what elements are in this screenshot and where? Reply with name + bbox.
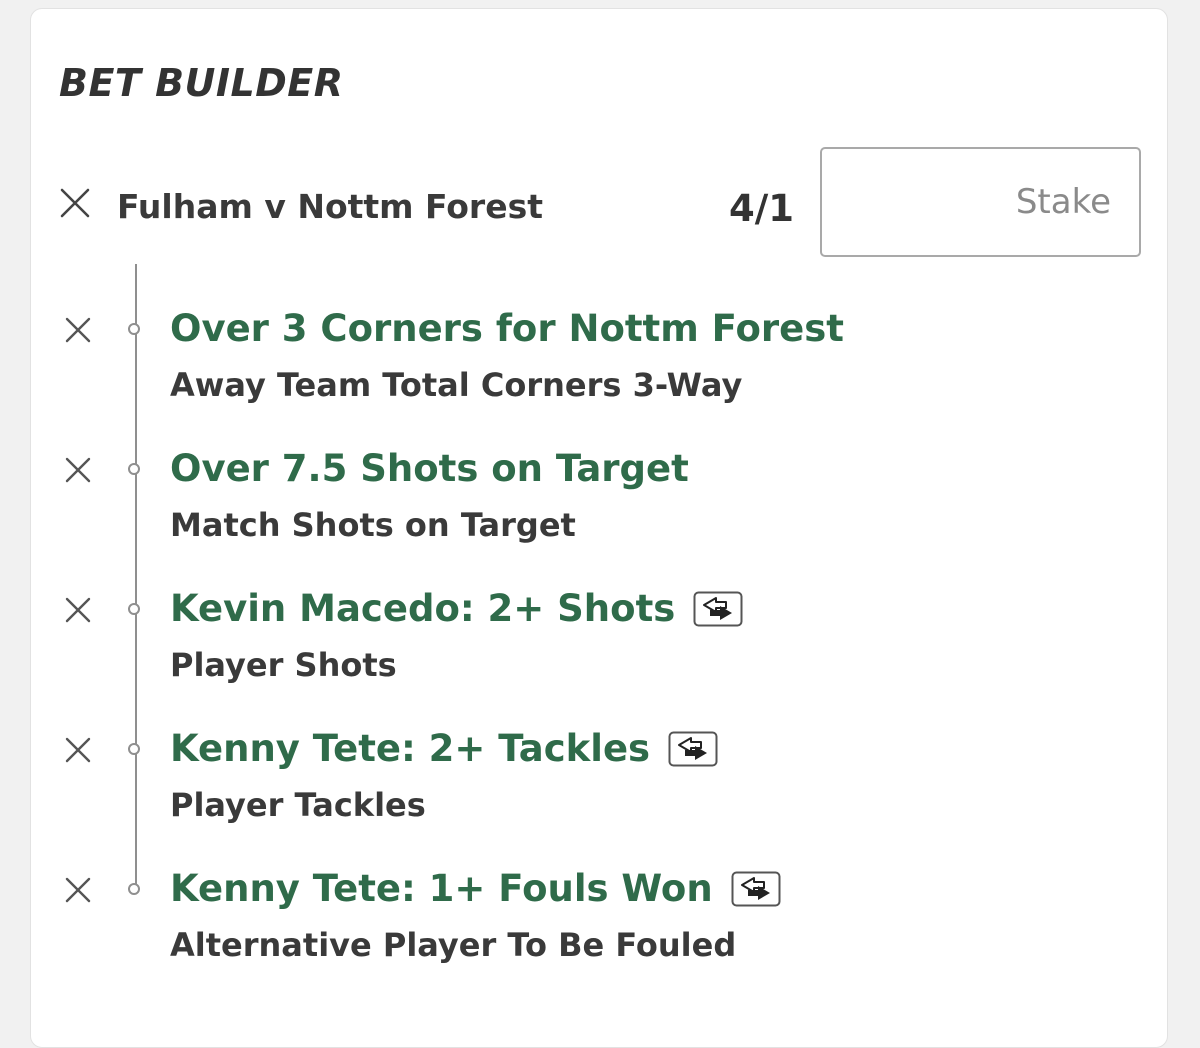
timeline-node: [128, 323, 140, 335]
remove-match-close-icon[interactable]: [59, 187, 91, 219]
remove-selection-close-icon[interactable]: [63, 875, 93, 905]
selection-title: Over 3 Corners for Nottm Forest: [170, 307, 844, 350]
swap-player-icon[interactable]: [731, 871, 781, 907]
selection-title-text: Kevin Macedo: 2+ Shots: [170, 587, 676, 630]
selection-title-text: Over 3 Corners for Nottm Forest: [170, 307, 844, 350]
remove-selection-close-icon[interactable]: [63, 595, 93, 625]
selection-market: Away Team Total Corners 3-Way: [170, 366, 743, 404]
selection-title: Kenny Tete: 2+ Tackles: [170, 727, 718, 770]
timeline-node: [128, 883, 140, 895]
timeline-node: [128, 463, 140, 475]
remove-selection-close-icon[interactable]: [63, 315, 93, 345]
selection-title-text: Kenny Tete: 1+ Fouls Won: [170, 867, 713, 910]
selection-market: Alternative Player To Be Fouled: [170, 926, 737, 964]
bet-builder-card: BET BUILDER Fulham v Nottm Forest 4/1 Ov…: [30, 8, 1168, 1048]
selection-market: Player Shots: [170, 646, 397, 684]
selection-market: Player Tackles: [170, 786, 426, 824]
selection-title-text: Over 7.5 Shots on Target: [170, 447, 689, 490]
stake-input[interactable]: [820, 147, 1141, 257]
timeline-node: [128, 603, 140, 615]
selection-title: Over 7.5 Shots on Target: [170, 447, 689, 490]
selection-title: Kenny Tete: 1+ Fouls Won: [170, 867, 781, 910]
bet-odds: 4/1: [729, 187, 795, 230]
selection-title-text: Kenny Tete: 2+ Tackles: [170, 727, 651, 770]
selection-title: Kevin Macedo: 2+ Shots: [170, 587, 743, 630]
selection-timeline-line: [135, 264, 137, 889]
remove-selection-close-icon[interactable]: [63, 455, 93, 485]
timeline-node: [128, 743, 140, 755]
selection-market: Match Shots on Target: [170, 506, 576, 544]
remove-selection-close-icon[interactable]: [63, 735, 93, 765]
swap-player-icon[interactable]: [668, 731, 718, 767]
swap-player-icon[interactable]: [693, 591, 743, 627]
bet-builder-title: BET BUILDER: [59, 61, 344, 105]
match-name: Fulham v Nottm Forest: [117, 187, 544, 226]
